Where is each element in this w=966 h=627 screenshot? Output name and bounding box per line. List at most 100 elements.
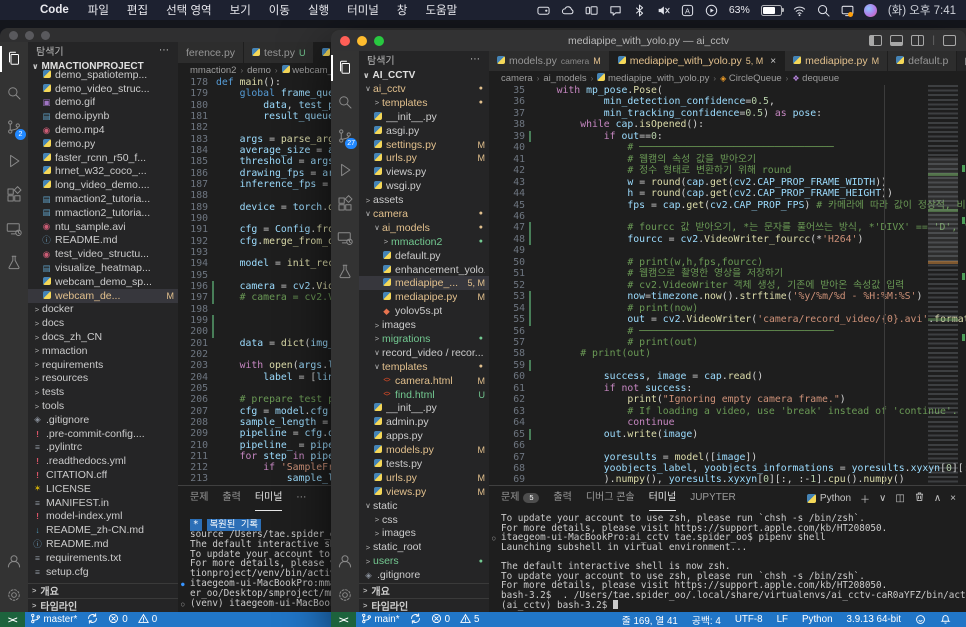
tree-folder-ai_models[interactable]: ∨ai_models● — [359, 221, 489, 235]
tree-file-urls.py[interactable]: urls.pyM — [359, 151, 489, 165]
tree-file-settings.py[interactable]: settings.pyM — [359, 138, 489, 152]
scm-icon[interactable]: 2 — [0, 110, 28, 144]
breadcrumb-item[interactable]: mmaction2 — [190, 65, 236, 76]
tree-folder-mmaction[interactable]: >mmaction — [28, 344, 178, 358]
code-line-43[interactable]: 43 w = round(cap.get(cv2.CAP_PROP_FRAME_… — [489, 177, 966, 188]
tree-file-models.py[interactable]: models.pyM — [359, 443, 489, 457]
breadcrumb-item[interactable]: ai_models — [543, 73, 586, 84]
tree-file-hrnet_w32_coco_...[interactable]: hrnet_w32_coco_... — [28, 165, 178, 179]
launch-profile-icon[interactable]: ∨ — [879, 493, 886, 504]
tree-file-admin.py[interactable]: admin.py — [359, 415, 489, 429]
code-line-54[interactable]: 54 # print(now) — [489, 303, 966, 314]
menu-보기[interactable]: 보기 — [221, 5, 260, 17]
tree-file-demo_spatiotemp...[interactable]: demo_spatiotemp... — [28, 68, 178, 82]
input-source-a-icon[interactable]: A — [681, 4, 694, 17]
tree-file-.pre-commit-config....[interactable]: !.pre-commit-config.... — [28, 427, 178, 441]
code-line-47[interactable]: 47 # fourcc 값 받아오기, *는 문자를 풀어쓰는 방식, *'DI… — [489, 222, 966, 233]
debug-icon[interactable] — [331, 153, 359, 187]
code-line-38[interactable]: 38 while cap.isOpened(): — [489, 119, 966, 130]
code-line-62[interactable]: 62 print("Ignoring empty camera frame.") — [489, 394, 966, 405]
files-icon[interactable] — [331, 51, 359, 85]
code-line-60[interactable]: 60 success, image = cap.read() — [489, 371, 966, 382]
close-panel-icon[interactable]: × — [950, 493, 956, 504]
panel-tab-출력[interactable]: 출력 — [553, 486, 571, 510]
tree-file-yolov5s.pt[interactable]: ◆yolov5s.pt — [359, 304, 489, 318]
tree-file-demo.mp4[interactable]: ◉demo.mp4 — [28, 123, 178, 137]
tree-file-.gitignore[interactable]: ◈.gitignore — [359, 568, 489, 582]
panel-tab-문제[interactable]: 문제 — [190, 486, 208, 510]
tree-folder-record_videorecor...[interactable]: ∨record_video / recor... — [359, 346, 489, 360]
screen-play-icon[interactable] — [705, 4, 718, 17]
bg-timeline-section[interactable]: >타임라인 — [28, 598, 178, 613]
code-line-53[interactable]: 53 now=timezone.now().strftime('%y/%m/%d… — [489, 291, 966, 302]
code-line-35[interactable]: 35 with mp_pose.Pose( — [489, 85, 966, 96]
fg-title-bar[interactable]: mediapipe_with_yolo.py — ai_cctv | — [331, 30, 966, 51]
account-icon[interactable] — [0, 544, 28, 578]
new-terminal-icon[interactable]: ＋ — [860, 491, 870, 506]
code-line-42[interactable]: 42 # 정수 형태로 변환하기 위해 round — [489, 165, 966, 176]
tree-folder-ai_cctv[interactable]: ∨ai_cctv● — [359, 82, 489, 96]
status-item[interactable]: LF — [770, 614, 795, 625]
tree-file-find.html[interactable]: <>find.htmlU — [359, 388, 489, 402]
tree-file-enhancement_yolo...[interactable]: enhancement_yolo... — [359, 263, 489, 277]
tree-file-license[interactable]: ✶LICENSE — [28, 482, 178, 496]
code-line-67[interactable]: 67 yoresults = model([image]) — [489, 452, 966, 463]
tree-folder-static_root[interactable]: >static_root — [359, 540, 489, 554]
spotlight-icon[interactable] — [817, 4, 830, 17]
scm-icon[interactable]: 27 — [331, 119, 359, 153]
menu-편집[interactable]: 편집 — [118, 5, 157, 17]
status-err[interactable]: 0 — [103, 613, 132, 627]
tree-folder-tests[interactable]: >tests — [28, 385, 178, 399]
tree-file-demo.ipynb[interactable]: ▤demo.ipynb — [28, 109, 178, 123]
tree-file-.readthedocs.yml[interactable]: !.readthedocs.yml — [28, 454, 178, 468]
code-line-48[interactable]: 48 fourcc = cv2.VideoWriter_fourcc(*'H26… — [489, 234, 966, 245]
app-menu-title[interactable]: Code — [30, 4, 79, 16]
remote-indicator[interactable]: >< — [0, 612, 25, 627]
toggle-panel-icon[interactable] — [890, 35, 903, 46]
search-icon[interactable] — [331, 85, 359, 119]
status-branch[interactable]: main* — [356, 613, 405, 627]
panel-tab-터미널[interactable]: 터미널 — [649, 486, 677, 511]
code-line-52[interactable]: 52 # cv2.VideoWriter 객체 생성, 기존에 받아온 속성값 … — [489, 280, 966, 291]
tree-file-mediapipe.py[interactable]: mediapipe.pyM — [359, 290, 489, 304]
code-line-68[interactable]: 68 yoobjects_label, yoobjects_informatio… — [489, 463, 966, 474]
tree-file-mmaction2_tutoria...[interactable]: ▤mmaction2_tutoria... — [28, 192, 178, 206]
status-err[interactable]: 0 — [426, 613, 455, 627]
panel-tab-터미널[interactable]: 터미널 — [255, 486, 283, 511]
code-line-63[interactable]: 63 # If loading a video, use 'break' ins… — [489, 406, 966, 417]
menu-창[interactable]: 창 — [388, 5, 417, 17]
tree-file-manifest.in[interactable]: ≡MANIFEST.in — [28, 496, 178, 510]
debug-icon[interactable] — [0, 144, 28, 178]
tree-file-visualize_heatmap...[interactable]: ▤visualize_heatmap... — [28, 261, 178, 275]
code-line-64[interactable]: 64 continue — [489, 417, 966, 428]
breadcrumb-item[interactable]: ❖ dequeue — [792, 73, 839, 84]
tree-file-views.py[interactable]: views.py — [359, 165, 489, 179]
tree-file-ntu_sample.avi[interactable]: ◉ntu_sample.avi — [28, 220, 178, 234]
bluetooth-icon[interactable] — [633, 4, 646, 17]
tree-folder-images[interactable]: >images — [359, 527, 489, 541]
beaker-icon[interactable] — [331, 255, 359, 289]
ext-icon[interactable] — [331, 187, 359, 221]
code-line-36[interactable]: 36 min_detection_confidence=0.5, — [489, 96, 966, 107]
code-line-51[interactable]: 51 # 웹캠으로 촬영한 영상을 저장하기 — [489, 268, 966, 279]
bg-traffic-lights[interactable] — [0, 31, 50, 40]
bg-explorer-more-icon[interactable]: ⋯ — [159, 45, 170, 56]
menu-도움말[interactable]: 도움말 — [416, 5, 466, 17]
tree-file-demo_video_struc...[interactable]: demo_video_struc... — [28, 82, 178, 96]
status-item[interactable]: 줄 169, 열 41 — [615, 613, 685, 627]
editor-tab-ference.py[interactable]: ference.py — [178, 42, 244, 63]
gear-icon[interactable] — [331, 578, 359, 612]
tree-file-asgi.py[interactable]: asgi.py — [359, 124, 489, 138]
fg-traffic-lights[interactable] — [331, 36, 384, 46]
panel-tab-[interactable]: ⋯ — [296, 486, 306, 510]
toggle-sidebar-icon[interactable] — [869, 35, 882, 46]
tree-file-model-index.yml[interactable]: !model-index.yml — [28, 510, 178, 524]
code-line-37[interactable]: 37 min_tracking_confidence=0.5) as pose: — [489, 108, 966, 119]
code-line-41[interactable]: 41 # 웹캠의 속성 값을 받아오기 — [489, 154, 966, 165]
tree-file-tests.py[interactable]: tests.py — [359, 457, 489, 471]
tree-folder-assets[interactable]: >assets — [359, 193, 489, 207]
bell-icon[interactable] — [933, 614, 958, 625]
code-line-59[interactable]: 59 — [489, 360, 966, 371]
tree-folder-templates[interactable]: >templates● — [359, 96, 489, 110]
code-line-44[interactable]: 44 h = round(cap.get(cv2.CAP_PROP_FRAME_… — [489, 188, 966, 199]
